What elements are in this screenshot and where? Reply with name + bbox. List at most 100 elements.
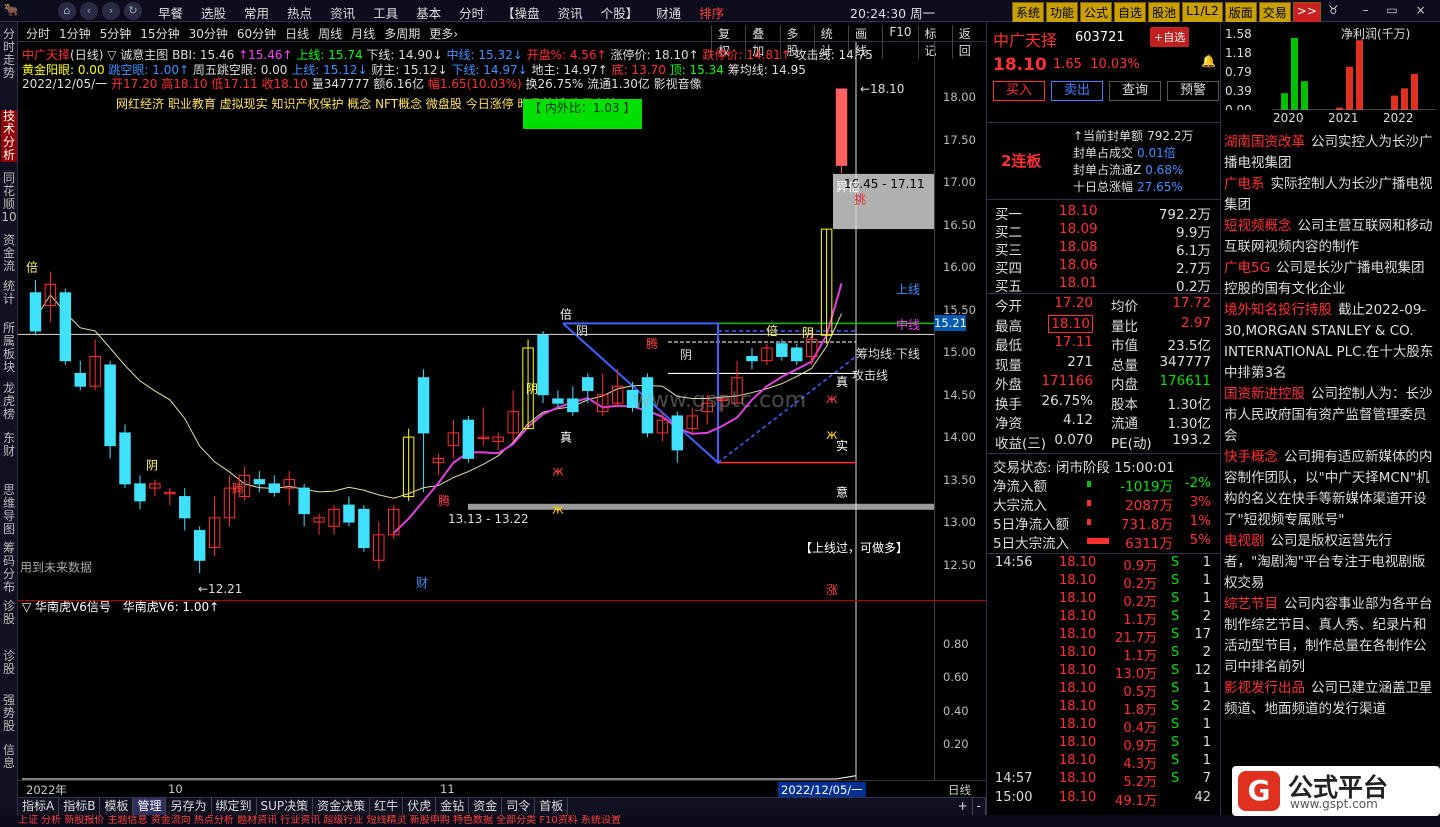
news-tag[interactable]: 短视频概念 xyxy=(1224,218,1292,234)
period-tab-6[interactable]: 日线 xyxy=(285,25,309,42)
side-tab-5[interactable]: 所属板块 xyxy=(1,322,17,374)
indicator-tab-10[interactable]: 金钻 xyxy=(436,798,470,815)
indicator-tab-8[interactable]: 红牛 xyxy=(370,798,404,815)
trade-action-1[interactable]: 卖出 xyxy=(1051,81,1103,101)
function-button-4[interactable]: 股池 xyxy=(1148,2,1181,23)
refresh-icon[interactable]: ↻ xyxy=(124,2,142,20)
trade-action-2[interactable]: 查询 xyxy=(1109,81,1161,101)
menu-item-3[interactable]: 热点 xyxy=(287,3,312,22)
side-tab-12[interactable]: 强势股 xyxy=(1,694,17,733)
side-tab-9[interactable]: 筹码分布 xyxy=(1,542,17,594)
indicator-tab-4[interactable]: 另存为 xyxy=(166,798,212,815)
news-item-0[interactable]: 湖南国资改革 公司实控人为长沙广播电视集团 xyxy=(1224,132,1438,174)
bell-icon[interactable]: 🔔 xyxy=(1201,54,1216,68)
period-tab-2[interactable]: 5分钟 xyxy=(100,25,132,42)
menu-item-12[interactable]: 排序 xyxy=(699,3,724,22)
news-tag[interactable]: 湖南国资改革 xyxy=(1224,134,1305,150)
news-item-6[interactable]: 快手概念 公司拥有适应新媒体的内容制作团队，以"中广天择MCN"机构的名义在快手等… xyxy=(1224,447,1438,531)
indicator-tab-14[interactable]: + xyxy=(954,798,973,815)
menu-item-8[interactable]: 【操盘 xyxy=(502,3,540,22)
menu-item-11[interactable]: 财通 xyxy=(656,3,681,22)
menu-item-5[interactable]: 工具 xyxy=(373,3,398,22)
bid-row-3[interactable]: 买四 18.06 2.7万 xyxy=(987,257,1221,277)
period-tab-10[interactable]: 更多› xyxy=(429,25,458,42)
news-item-3[interactable]: 广电5G 公司是长沙广播电视集团控股的国有文化企业 xyxy=(1224,258,1438,300)
side-tab-6[interactable]: 龙虎榜 xyxy=(1,382,17,421)
bid-row-1[interactable]: 买二 18.09 9.9万 xyxy=(987,221,1221,241)
menu-item-6[interactable]: 基本 xyxy=(416,3,441,22)
indicator-tab-5[interactable]: 绑定到 xyxy=(212,798,257,815)
tick-list[interactable]: 14:56 18.10 0.9万 S 1 18.10 0.2万 S 1 18.10 0.2万 S 1 18… xyxy=(987,554,1221,809)
news-tag[interactable]: 影视发行出品 xyxy=(1224,680,1305,696)
period-tab-3[interactable]: 15分钟 xyxy=(140,25,179,42)
function-button-0[interactable]: 系统 xyxy=(1012,2,1045,23)
back-icon[interactable]: ‹ xyxy=(80,2,98,20)
menu-item-7[interactable]: 分时 xyxy=(459,3,484,22)
side-tab-4[interactable]: 统计 xyxy=(1,280,17,306)
bid-row-4[interactable]: 买五 18.01 0.2万 xyxy=(987,275,1221,295)
trade-action-0[interactable]: 买入 xyxy=(993,81,1045,101)
menu-item-0[interactable]: 早餐 xyxy=(158,3,183,22)
news-tag[interactable]: 电视剧 xyxy=(1224,533,1265,549)
period-tab-9[interactable]: 多周期 xyxy=(384,25,420,42)
function-button-6[interactable]: 版面 xyxy=(1224,2,1257,23)
indicator-tab-0[interactable]: 指标A xyxy=(18,798,60,815)
menu-item-2[interactable]: 常用 xyxy=(244,3,269,22)
menu-item-4[interactable]: 资讯 xyxy=(330,3,355,22)
menu-item-9[interactable]: 资讯 xyxy=(558,3,583,22)
indicator-tab-1[interactable]: 指标B xyxy=(59,798,101,815)
news-tag[interactable]: 快手概念 xyxy=(1224,449,1278,465)
side-tab-0[interactable]: 分时走势 xyxy=(1,28,17,80)
indicator-tab-11[interactable]: 资金 xyxy=(469,798,503,815)
news-item-7[interactable]: 电视剧 公司是版权运营先行者，"淘剧淘"平台专注于电视剧版权交易 xyxy=(1224,531,1438,594)
side-tab-13[interactable]: 信息 xyxy=(1,744,17,770)
function-button-1[interactable]: 功能 xyxy=(1046,2,1079,23)
close-icon[interactable]: × xyxy=(1416,3,1426,17)
side-tab-7[interactable]: 东财 xyxy=(1,432,17,458)
trade-action-3[interactable]: 预警 xyxy=(1167,81,1219,101)
add-favorite-button[interactable]: +自选 xyxy=(1150,27,1190,47)
period-tab-0[interactable]: 分时 xyxy=(26,25,50,42)
indicator-tab-15[interactable]: - xyxy=(973,798,986,815)
news-tag[interactable]: 境外知名投行持股 xyxy=(1224,302,1332,318)
news-tag[interactable]: 广电5G xyxy=(1224,260,1270,276)
period-tab-5[interactable]: 60分钟 xyxy=(237,25,276,42)
indicator-tab-6[interactable]: SUP决策 xyxy=(257,798,314,815)
signal-subchart[interactable]: ▽ 华南虎V6信号 华南虎V6: 1.00↑ 0.80 0.60 0.40 0.20 xyxy=(18,600,986,781)
signal-title[interactable]: ▽ 华南虎V6信号 xyxy=(22,600,111,614)
menu-item-1[interactable]: 选股 xyxy=(201,3,226,22)
news-tag[interactable]: 国资新进控股 xyxy=(1224,386,1305,402)
side-tab-1[interactable]: 技术分析 xyxy=(1,110,17,162)
function-button-3[interactable]: 自选 xyxy=(1114,2,1147,23)
period-tab-4[interactable]: 30分钟 xyxy=(189,25,228,42)
indicator-tab-13[interactable]: 首板 xyxy=(535,798,569,815)
bid-row-0[interactable]: 买一 18.10 792.2万 xyxy=(987,203,1221,223)
news-item-4[interactable]: 境外知名投行持股 截止2022-09-30,MORGAN STANLEY & CO… xyxy=(1224,300,1438,384)
indicator-tab-3[interactable]: 管理 xyxy=(133,798,167,815)
side-tab-11[interactable]: 诊股 xyxy=(1,650,17,676)
news-item-9[interactable]: 影视发行出品 公司已建立涵盖卫星频道、地面频道的发行渠道 xyxy=(1224,678,1438,720)
period-label[interactable]: 日线 xyxy=(948,782,971,798)
home-icon[interactable]: ⌂ xyxy=(58,2,76,20)
indicator-tab-2[interactable]: 模板 xyxy=(100,798,134,815)
side-tab-3[interactable]: 资金流 xyxy=(1,234,17,273)
news-item-5[interactable]: 国资新进控股 公司控制人为：长沙市人民政府国有资产监督管理委员会 xyxy=(1224,384,1438,447)
news-tag[interactable]: 综艺节目 xyxy=(1224,596,1278,612)
period-tab-7[interactable]: 周线 xyxy=(318,25,342,42)
news-item-8[interactable]: 综艺节目 公司内容事业部为各平台制作综艺节目、真人秀、纪录片和活动型节目，制作总量… xyxy=(1224,594,1438,678)
function-button-2[interactable]: 公式 xyxy=(1080,2,1113,23)
indicator-tab-12[interactable]: 司令 xyxy=(502,798,536,815)
indicator-tab-7[interactable]: 资金决策 xyxy=(313,798,371,815)
indicator-tab-9[interactable]: 伏虎 xyxy=(403,798,437,815)
menu-item-10[interactable]: 个股】 xyxy=(601,3,639,22)
news-item-1[interactable]: 广电系 实际控制人为长沙广播电视集团 xyxy=(1224,174,1438,216)
bid-row-2[interactable]: 买三 18.08 6.1万 xyxy=(987,239,1221,259)
forward-icon[interactable]: › xyxy=(102,2,120,20)
maximize-icon[interactable]: ▭ xyxy=(1386,3,1397,17)
news-item-2[interactable]: 短视频概念 公司主营互联网和移动互联网视频内容的制作 xyxy=(1224,216,1438,258)
function-button-5[interactable]: L1/L2 xyxy=(1182,2,1223,23)
side-tab-10[interactable]: 诊股 xyxy=(1,600,17,626)
kline-chart[interactable]: ←12.21 13.13 - 13.22 16.45 - 17.11 ←18.10 上线… xyxy=(18,42,986,600)
side-tab-8[interactable]: 思维导图 xyxy=(1,484,17,536)
period-tab-1[interactable]: 1分钟 xyxy=(59,25,91,42)
